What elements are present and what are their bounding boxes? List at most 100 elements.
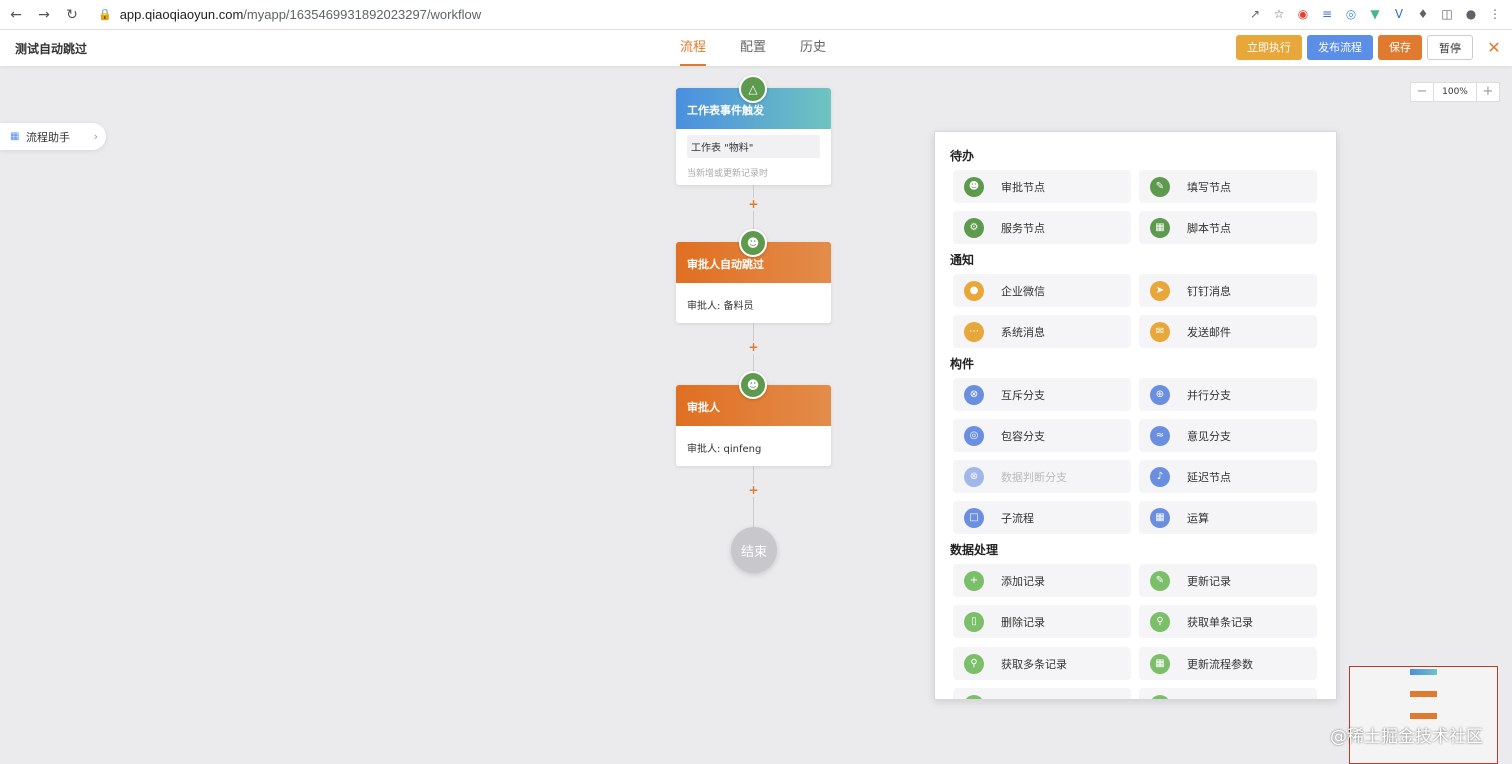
option-label: 添加记录	[1001, 574, 1045, 588]
option-label: 运算	[1187, 511, 1209, 525]
node-option-partial[interactable]	[953, 688, 1131, 699]
extension-chrome-icon[interactable]: ◉	[1294, 5, 1312, 23]
add-node-button[interactable]: +	[747, 198, 760, 211]
flow-helper-tab[interactable]: ▦ 流程助手 ›	[0, 123, 106, 150]
address-bar[interactable]: app.qiaoqiaoyun.com/myapp/16354699318920…	[120, 7, 481, 22]
reload-icon[interactable]: ↻	[60, 3, 84, 27]
bell-icon: ♪	[1150, 466, 1170, 487]
params-icon: ▦	[1150, 653, 1170, 674]
dingtalk-icon: ➤	[1150, 280, 1170, 301]
node-option-calculate[interactable]: ▦ 运算	[1139, 501, 1317, 534]
node-option-update-record[interactable]: ✎ 更新记录	[1139, 564, 1317, 597]
minimap[interactable]	[1349, 666, 1498, 764]
calculator-icon: ▦	[1150, 507, 1170, 528]
browser-extension-bar: ↗ ☆ ◉ ≡ ◎ ▼ V ♦ ◫ ● ⋮	[1246, 5, 1504, 23]
node-option-system-message[interactable]: ⋯ 系统消息	[953, 315, 1131, 348]
puzzle-icon[interactable]: ♦	[1414, 5, 1432, 23]
tab-config[interactable]: 配置	[740, 30, 766, 66]
section-component-title: 构件	[950, 357, 975, 371]
section-data-title: 数据处理	[950, 543, 999, 557]
node-option-inclusive-branch[interactable]: ◎ 包容分支	[953, 419, 1131, 452]
trash-icon: ▯	[964, 611, 984, 632]
extension-vue-icon[interactable]: ▼	[1366, 5, 1384, 23]
tab-flow[interactable]: 流程	[680, 30, 707, 66]
option-label: 发送邮件	[1187, 325, 1231, 339]
node-option-partial[interactable]	[1139, 688, 1317, 699]
publish-button[interactable]: 发布流程	[1307, 35, 1373, 60]
node-option-update-params[interactable]: ▦ 更新流程参数	[1139, 647, 1317, 680]
user-icon: ☻	[739, 229, 767, 257]
data-branch-icon: ⊗	[964, 466, 984, 487]
add-node-button[interactable]: +	[747, 341, 760, 354]
option-label: 更新流程参数	[1187, 657, 1253, 671]
node-picker-panel: 待办 ☻ 审批节点 ✎ 填写节点 ⚙ 服务节点 ▦ 脚本节点 通知 ● 企业微信…	[934, 131, 1337, 700]
watermark: @稀土掘金技术社区	[1330, 727, 1483, 747]
option-label: 审批节点	[1001, 180, 1045, 194]
node-option-wecom[interactable]: ● 企业微信	[953, 274, 1131, 307]
profile-icon[interactable]: ●	[1462, 5, 1480, 23]
minimap-node	[1410, 713, 1437, 719]
save-button[interactable]: 保存	[1378, 35, 1422, 60]
minimap-node	[1410, 669, 1437, 675]
node-option-service[interactable]: ⚙ 服务节点	[953, 211, 1131, 244]
parallel-branch-icon: ⊕	[1150, 384, 1170, 405]
forward-icon[interactable]: →	[32, 3, 56, 27]
star-icon[interactable]: ☆	[1270, 5, 1288, 23]
option-label: 获取单条记录	[1187, 615, 1253, 629]
message-icon: ⋯	[964, 321, 984, 342]
node-option-fill[interactable]: ✎ 填写节点	[1139, 170, 1317, 203]
node-option-get-single-record[interactable]: ⚲ 获取单条记录	[1139, 605, 1317, 638]
node-option-dingtalk[interactable]: ➤ 钉钉消息	[1139, 274, 1317, 307]
url-path: /myapp/1635469931892023297/workflow	[243, 7, 482, 22]
node-option-delete-record[interactable]: ▯ 删除记录	[953, 605, 1131, 638]
node-option-parallel-branch[interactable]: ⊕ 并行分支	[1139, 378, 1317, 411]
chevron-right-icon: ›	[93, 130, 98, 143]
end-node: 结束	[731, 527, 777, 573]
wechat-icon: ●	[964, 280, 984, 301]
menu-icon[interactable]: ⋮	[1486, 5, 1504, 23]
node-option-script[interactable]: ▦ 脚本节点	[1139, 211, 1317, 244]
option-label: 填写节点	[1187, 180, 1231, 194]
option-label: 钉钉消息	[1187, 284, 1231, 298]
option-label: 企业微信	[1001, 284, 1045, 298]
pause-button[interactable]: 暂停	[1427, 35, 1473, 60]
share-icon[interactable]: ↗	[1246, 5, 1264, 23]
close-icon[interactable]: ✕	[1486, 38, 1502, 57]
trigger-icon: △	[739, 75, 767, 103]
inclusive-branch-icon: ◎	[964, 425, 984, 446]
back-icon[interactable]: ←	[4, 3, 28, 27]
node-option-add-record[interactable]: + 添加记录	[953, 564, 1131, 597]
option-label: 子流程	[1001, 511, 1034, 525]
zoom-in-button[interactable]: +	[1477, 83, 1499, 101]
zoom-out-button[interactable]: −	[1411, 83, 1433, 101]
node-option-approval[interactable]: ☻ 审批节点	[953, 170, 1131, 203]
option-label: 系统消息	[1001, 325, 1045, 339]
node-option-delay[interactable]: ♪ 延迟节点	[1139, 460, 1317, 493]
node-option-email[interactable]: ✉ 发送邮件	[1139, 315, 1317, 348]
node-option-get-multiple-records[interactable]: ⚲ 获取多条记录	[953, 647, 1131, 680]
extension-layers-icon[interactable]: ≡	[1318, 5, 1336, 23]
search-icon: ⚲	[1150, 611, 1170, 632]
app-header: 测试自动跳过 流程 配置 历史 立即执行 发布流程 保存 暂停 ✕	[0, 30, 1512, 66]
add-node-button[interactable]: +	[747, 484, 760, 497]
extension-v-icon[interactable]: V	[1390, 5, 1408, 23]
node-option-subprocess[interactable]: □ 子流程	[953, 501, 1131, 534]
sidepanel-icon[interactable]: ◫	[1438, 5, 1456, 23]
run-now-button[interactable]: 立即执行	[1236, 35, 1302, 60]
section-notify-title: 通知	[950, 253, 975, 267]
tab-history[interactable]: 历史	[800, 30, 826, 66]
gear-icon: ⚙	[964, 217, 984, 238]
url-host: app.qiaoqiaoyun.com	[119, 7, 244, 22]
mail-icon: ✉	[1150, 321, 1170, 342]
trigger-table: 工作表 "物料"	[687, 135, 820, 158]
option-label: 脚本节点	[1187, 221, 1231, 235]
node-option-data-branch: ⊗ 数据判断分支	[953, 460, 1131, 493]
script-icon: ▦	[1150, 217, 1170, 238]
node-option-opinion-branch[interactable]: ≈ 意见分支	[1139, 419, 1317, 452]
browser-toolbar: ← → ↻ 🔒 app.qiaoqiaoyun.com/myapp/163546…	[0, 0, 1512, 30]
option-label: 并行分支	[1187, 388, 1231, 402]
extension-target-icon[interactable]: ◎	[1342, 5, 1360, 23]
plus-icon: +	[964, 570, 984, 591]
node-option-exclusive-branch[interactable]: ⊗ 互斥分支	[953, 378, 1131, 411]
user-icon: ☻	[964, 176, 984, 197]
